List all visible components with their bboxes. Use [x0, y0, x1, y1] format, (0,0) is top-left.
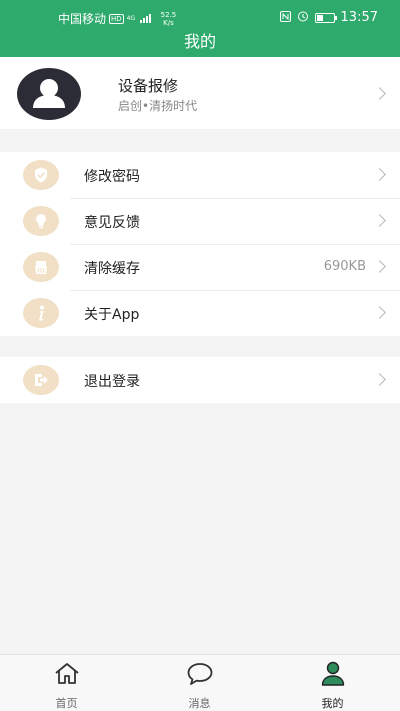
header-bar: 中国移动 HD 4G 52.5 K/s 13:57 我的: [0, 0, 400, 57]
tab-label: 我的: [321, 697, 344, 710]
tab-profile[interactable]: 我的: [266, 655, 399, 711]
shield-icon: [23, 160, 59, 190]
battery-icon: [314, 12, 337, 23]
menu-item-clear-cache[interactable]: 清除缓存 690KB: [0, 244, 400, 290]
menu-item-change-password[interactable]: 修改密码: [0, 152, 400, 198]
tab-home[interactable]: 首页: [0, 655, 133, 711]
profile-name: 设备报修: [118, 77, 179, 95]
chevron-right-icon: [373, 306, 386, 319]
tab-label: 消息: [188, 697, 211, 710]
cache-size: 690KB: [323, 259, 366, 274]
carrier-label: 中国移动: [58, 12, 107, 26]
menu-item-label: 关于App: [84, 307, 140, 323]
lightbulb-icon: [23, 206, 59, 236]
profile-subtitle: 启创•清扬时代: [118, 99, 198, 113]
info-icon: [23, 298, 59, 328]
user-icon: [33, 79, 65, 108]
bottom-tab-bar: 首页 消息 我的: [0, 654, 400, 711]
chevron-right-icon: [373, 214, 386, 227]
chevron-right-icon: [373, 373, 386, 386]
hd-badge: HD: [109, 13, 124, 24]
chat-bubble-icon: [187, 663, 212, 685]
nfc-icon: [279, 10, 291, 25]
broom-icon: [23, 252, 59, 282]
page-title: 我的: [183, 32, 216, 51]
network-speed-value: 52.5: [160, 10, 177, 19]
tab-label: 首页: [55, 697, 78, 710]
avatar: [17, 68, 81, 120]
network-type: 4G: [126, 14, 136, 22]
logout-group: 退出登录: [0, 357, 400, 403]
status-bar: 中国移动 HD 4G 52.5 K/s 13:57: [0, 0, 400, 30]
logout-label: 退出登录: [84, 374, 140, 390]
chevron-right-icon: [373, 87, 386, 100]
logout-icon: [23, 365, 59, 395]
menu-item-feedback[interactable]: 意见反馈: [0, 198, 400, 244]
settings-menu: 修改密码 意见反馈 清除缓存 690KB 关于App: [0, 152, 400, 336]
alarm-icon: [297, 10, 309, 25]
network-speed-unit: K/s: [163, 18, 174, 27]
chevron-right-icon: [373, 260, 386, 273]
logout-button[interactable]: 退出登录: [0, 357, 400, 403]
person-icon: [321, 661, 344, 686]
chevron-right-icon: [373, 168, 386, 181]
network-speed: 52.5 K/s: [161, 11, 177, 27]
home-icon: [54, 663, 79, 684]
clock: 13:57: [340, 10, 378, 25]
menu-item-label: 清除缓存: [84, 261, 140, 277]
profile-card[interactable]: 设备报修 启创•清扬时代: [0, 57, 400, 129]
signal-icon: [139, 14, 152, 23]
menu-item-label: 意见反馈: [84, 215, 140, 231]
menu-item-about-app[interactable]: 关于App: [0, 290, 400, 336]
tab-messages[interactable]: 消息: [133, 655, 266, 711]
menu-item-label: 修改密码: [84, 169, 140, 185]
